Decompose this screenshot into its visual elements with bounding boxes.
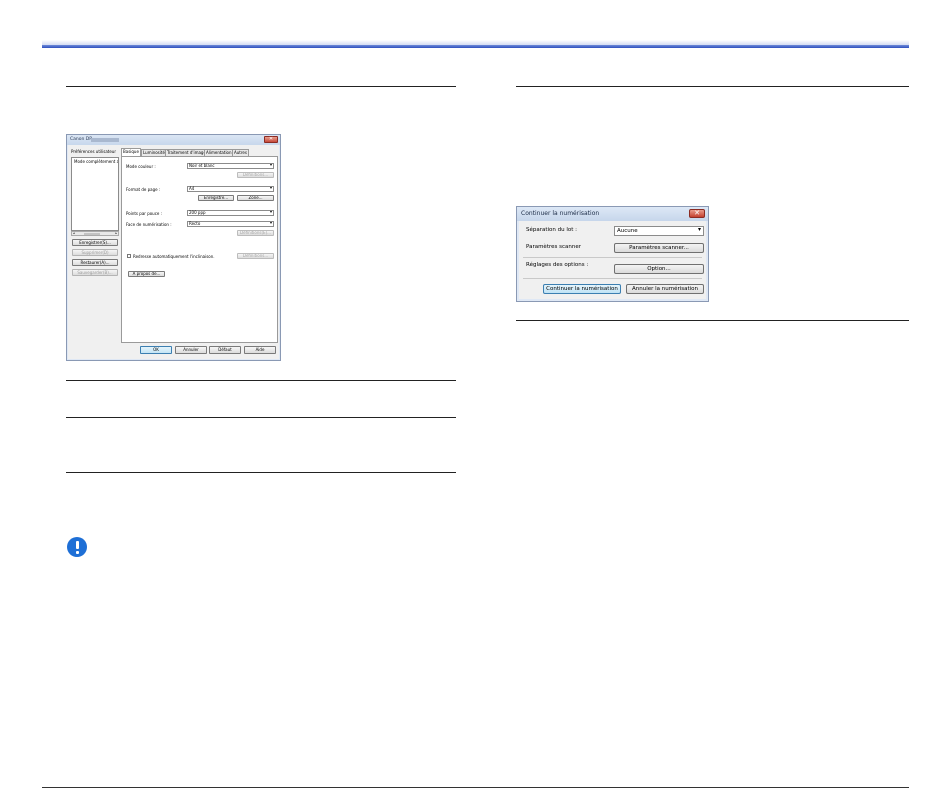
section-rule-left-2 bbox=[66, 380, 456, 381]
section-rule-right-1 bbox=[516, 86, 909, 87]
tab-autres[interactable]: Autres bbox=[232, 149, 249, 156]
scroll-thumb[interactable] bbox=[84, 233, 100, 235]
preferences-label: Préférences utilisateur bbox=[71, 149, 116, 154]
definitions-button[interactable]: Définitions... bbox=[237, 172, 274, 178]
restore-preference-button[interactable]: Restaurer(A)... bbox=[72, 259, 118, 266]
help-button[interactable]: Aide bbox=[244, 346, 276, 354]
tab-alimentation[interactable]: Alimentation bbox=[204, 149, 234, 156]
list-item[interactable]: Mode complètement au bbox=[74, 159, 118, 164]
section-rule-left-3 bbox=[66, 417, 456, 418]
dpi-select[interactable]: 200 ppp bbox=[187, 210, 274, 216]
separator bbox=[523, 257, 702, 258]
cancel-button[interactable]: Annuler bbox=[175, 346, 207, 354]
options-label: Réglages des options : bbox=[526, 262, 589, 268]
scroll-right-icon[interactable]: ▸ bbox=[115, 232, 117, 235]
auto-skew-label: Redresse automatiquement l'inclinaison. bbox=[133, 254, 215, 259]
delete-preference-button[interactable]: Supprimer(D) bbox=[72, 249, 118, 256]
dialog-titlebar: Canon DR- ✕ bbox=[67, 135, 280, 145]
default-button[interactable]: Défaut bbox=[209, 346, 241, 354]
section-rule-left-4 bbox=[66, 472, 456, 473]
color-mode-label: Mode couleur : bbox=[126, 164, 156, 169]
close-icon[interactable]: ✕ bbox=[264, 136, 278, 143]
auto-skew-checkbox[interactable] bbox=[127, 254, 131, 258]
preferences-scrollbar[interactable]: ◂ ▸ bbox=[71, 231, 119, 236]
cancel-scanning-button[interactable]: Annuler la numérisation bbox=[626, 284, 704, 294]
footer-rule bbox=[42, 787, 909, 788]
preferences-list[interactable]: Mode complètement au bbox=[71, 157, 119, 231]
continue-scanning-dialog: Continuer la numérisation ✕ Séparation d… bbox=[516, 206, 709, 302]
scanner-settings-dialog: Canon DR- ✕ Préférences utilisateur Mode… bbox=[66, 134, 281, 361]
continue-scanning-button[interactable]: Continuer la numérisation bbox=[543, 284, 621, 294]
scanner-params-label: Paramètres scanner bbox=[526, 244, 581, 250]
dialog-body: Préférences utilisateur Mode complètemen… bbox=[68, 145, 279, 359]
scroll-left-icon[interactable]: ◂ bbox=[73, 232, 75, 235]
ok-button[interactable]: OK bbox=[140, 346, 172, 354]
section-rule-left-1 bbox=[66, 86, 456, 87]
redacted-model-name bbox=[91, 138, 119, 142]
backup-preference-button[interactable]: Sauvegarder(B)... bbox=[72, 269, 118, 276]
zone-button[interactable]: Zone... bbox=[237, 195, 274, 201]
auto-skew-definitions-button[interactable]: Définitions... bbox=[237, 253, 274, 259]
header-rule bbox=[42, 45, 909, 48]
option-button[interactable]: Option... bbox=[614, 264, 704, 274]
save-preference-button[interactable]: Enregistrer(S)... bbox=[72, 239, 118, 246]
scan-side-label: Face de numérisation : bbox=[126, 222, 172, 227]
batch-separation-label: Séparation du lot : bbox=[526, 227, 578, 233]
about-button[interactable]: À propos de... bbox=[128, 271, 165, 277]
scanner-params-button[interactable]: Paramètres scanner... bbox=[614, 243, 704, 253]
close-icon[interactable]: ✕ bbox=[689, 209, 705, 218]
register-button[interactable]: Enregistre... bbox=[198, 195, 234, 201]
page-size-select[interactable]: A4 bbox=[187, 186, 274, 192]
batch-separation-select[interactable]: Aucune bbox=[614, 226, 704, 236]
dialog-body: Séparation du lot : Aucune Paramètres sc… bbox=[519, 221, 706, 299]
tab-basique[interactable]: Basique bbox=[121, 148, 141, 156]
tab-traitement-image[interactable]: Traitement d'image bbox=[165, 149, 208, 156]
section-rule-right-2 bbox=[516, 320, 909, 321]
important-icon bbox=[67, 537, 87, 557]
page-size-label: Format de page : bbox=[126, 187, 161, 192]
dpi-label: Points par pouce : bbox=[126, 211, 162, 216]
tab-luminosite[interactable]: Luminosité bbox=[141, 149, 167, 156]
color-mode-select[interactable]: Noir et blanc bbox=[187, 163, 274, 169]
separator bbox=[523, 278, 702, 279]
dialog-title: Continuer la numérisation bbox=[521, 210, 600, 217]
scan-side-select[interactable]: Recto bbox=[187, 221, 274, 227]
scan-side-details-button[interactable]: Définitions(E)... bbox=[237, 230, 274, 236]
dialog-titlebar: Continuer la numérisation ✕ bbox=[517, 207, 708, 221]
basique-panel: Mode couleur : Noir et blanc Définitions… bbox=[121, 156, 278, 343]
